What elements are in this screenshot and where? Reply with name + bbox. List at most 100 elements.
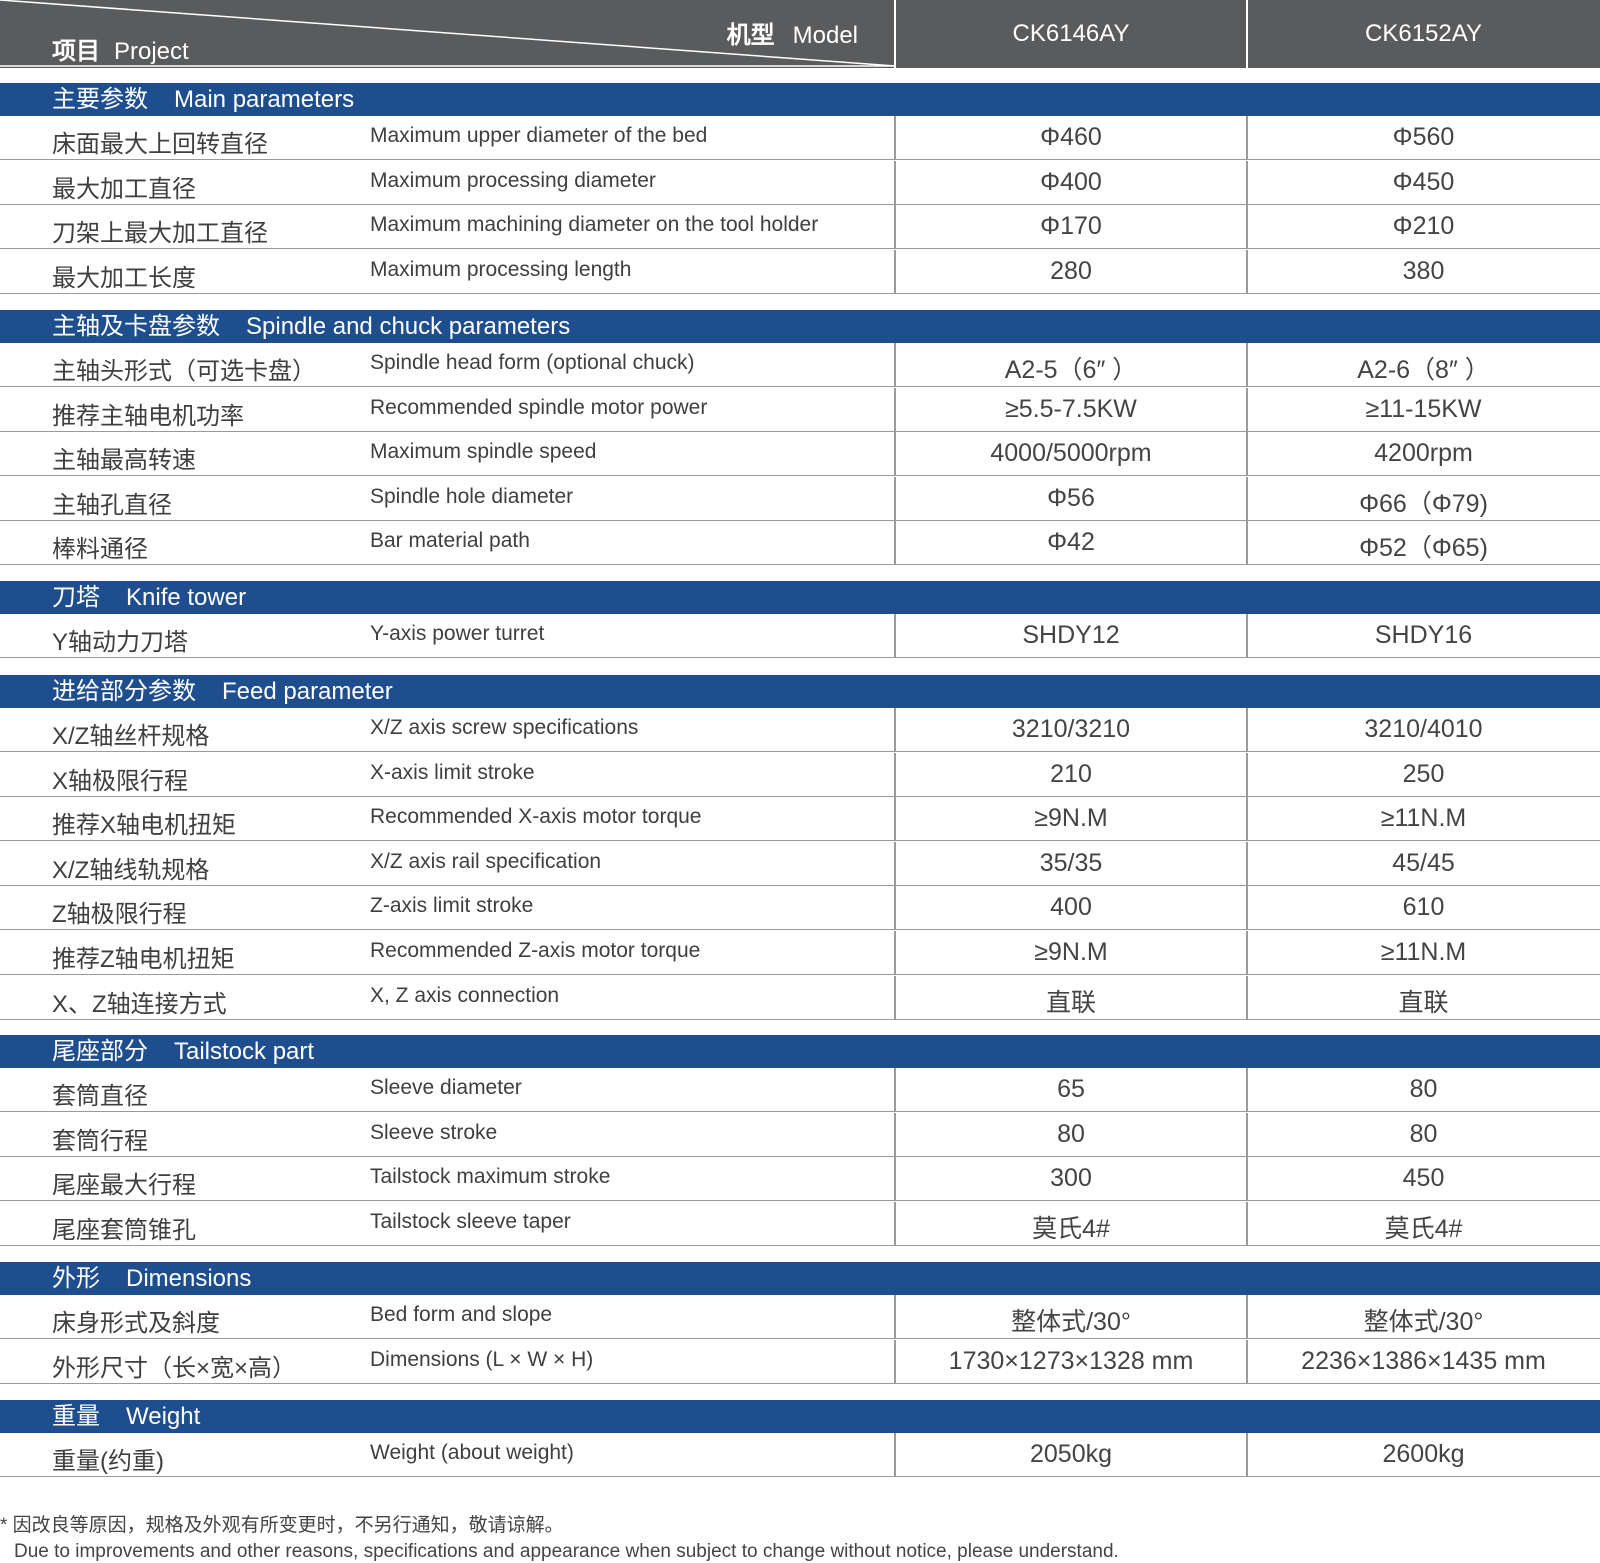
column-divider xyxy=(894,931,896,975)
column-divider xyxy=(894,1157,896,1202)
param-name-cn: 最大加工长度 xyxy=(52,264,196,292)
section-title: 尾座部分 Tailstock part xyxy=(52,1038,315,1065)
column-divider xyxy=(894,387,896,432)
table-row: 外形尺寸（长×宽×高） Dimensions (L × W × H) 1730×12… xyxy=(0,1339,1600,1384)
value-ck6152ay: 4200rpm xyxy=(1374,439,1473,468)
param-name-cn: 外形尺寸（长×宽×高） xyxy=(52,1354,297,1382)
footnote-cn: * 因改良等原因，规格及外观有所变更时，不另行通知，敬请谅解。 xyxy=(0,1515,564,1536)
param-name-cn: 最大加工直径 xyxy=(52,175,196,203)
value-ck6152ay: SHDY16 xyxy=(1374,621,1473,649)
value-ck6152ay: Φ560 xyxy=(1392,123,1455,151)
value-ck6152ay: ≥11N.M xyxy=(1380,938,1467,966)
section-title: 外形 Dimensions xyxy=(52,1265,252,1292)
param-name-cn: 推荐X轴电机扭矩 xyxy=(52,812,237,840)
column-divider xyxy=(894,1295,896,1339)
value-ck6152ay: 80 xyxy=(1409,1119,1438,1148)
table-row: 尾座套筒锥孔 Tailstock sleeve taper 莫氏4# 莫氏4# xyxy=(0,1201,1600,1246)
column-divider xyxy=(1246,249,1248,294)
param-name-en: Sleeve stroke xyxy=(370,1120,498,1144)
value-ck6146ay: 1730×1273×1328 mm xyxy=(948,1346,1194,1375)
column-divider xyxy=(894,1339,896,1384)
value-ck6152ay: 2236×1386×1435 mm xyxy=(1301,1346,1546,1375)
param-name-cn: 主轴头形式（可选卡盘） xyxy=(52,358,316,385)
column-divider xyxy=(894,1112,896,1157)
table-row: 最大加工长度 Maximum processing length 280 380 xyxy=(0,249,1600,294)
column-divider xyxy=(1246,1068,1248,1112)
column-divider xyxy=(894,476,896,521)
value-ck6152ay: 380 xyxy=(1402,256,1445,285)
column-divider xyxy=(894,205,896,250)
column-divider xyxy=(1246,886,1248,931)
table-row: 主轴最高转速 Maximum spindle speed 4000/5000rpm 4… xyxy=(0,432,1600,477)
param-name-cn: 推荐Z轴电机扭矩 xyxy=(52,946,235,973)
param-name-cn: 床面最大上回转直径 xyxy=(52,131,268,158)
param-name-en: Tailstock maximum stroke xyxy=(370,1165,611,1189)
section-header: 外形 Dimensions xyxy=(0,1262,1600,1295)
column-divider xyxy=(894,160,896,205)
column-divider xyxy=(894,521,896,566)
column-divider xyxy=(894,975,896,1020)
column-divider xyxy=(1246,1433,1248,1477)
section-header: 主轴及卡盘参数 Spindle and chuck parameters xyxy=(0,310,1600,343)
column-divider xyxy=(894,841,896,886)
param-name-en: Dimensions (L × W × H) xyxy=(370,1347,594,1371)
value-ck6152ay: Φ210 xyxy=(1392,212,1455,241)
table-row: 床面最大上回转直径 Maximum upper diameter of the b… xyxy=(0,116,1600,160)
model-column-header: CK6152AY xyxy=(1365,20,1482,47)
value-ck6152ay: 250 xyxy=(1402,759,1445,788)
column-divider xyxy=(1246,160,1248,205)
model-column-header: CK6146AY xyxy=(1012,20,1130,47)
table-row: 推荐Z轴电机扭矩 Recommended Z-axis motor torque ≥… xyxy=(0,931,1600,975)
param-name-cn: X轴极限行程 xyxy=(52,767,189,795)
value-ck6146ay: 35/35 xyxy=(1039,848,1103,877)
value-ck6146ay: Φ42 xyxy=(1047,528,1095,557)
value-ck6146ay: 整体式/30° xyxy=(1011,1308,1131,1336)
column-divider xyxy=(1246,476,1248,521)
section-title: 重量 Weight xyxy=(52,1403,201,1430)
column-divider xyxy=(894,116,896,160)
param-name-en: Spindle hole diameter xyxy=(370,484,574,508)
table-row: X、Z轴连接方式 X, Z axis connection 直联 直联 xyxy=(0,975,1600,1020)
column-divider xyxy=(1246,1112,1248,1157)
table-header: 项目 Project 机型 Model CK6146AY CK6152AY xyxy=(0,0,1600,68)
column-divider xyxy=(1246,343,1248,387)
param-name-en: Recommended Z-axis motor torque xyxy=(370,939,701,962)
column-divider xyxy=(1246,752,1248,797)
table-row: 主轴孔直径 Spindle hole diameter Φ56 Φ66（Φ79) xyxy=(0,476,1600,521)
value-ck6152ay: 莫氏4# xyxy=(1384,1214,1463,1243)
param-name-en: Maximum machining diameter on the tool h… xyxy=(370,213,819,237)
column-divider xyxy=(894,797,896,842)
param-name-en: Z-axis limit stroke xyxy=(370,894,534,918)
value-ck6152ay: A2-6（8″ ） xyxy=(1357,356,1490,384)
value-ck6146ay: 65 xyxy=(1057,1075,1085,1103)
section-header: 刀塔 Knife tower xyxy=(0,581,1600,614)
value-ck6152ay: 直联 xyxy=(1398,988,1449,1017)
column-divider xyxy=(894,1433,896,1477)
value-ck6146ay: 2050kg xyxy=(1029,1440,1113,1468)
table-row: 重量(约重) Weight (about weight) 2050kg 2600kg xyxy=(0,1433,1600,1477)
column-divider xyxy=(894,886,896,931)
value-ck6146ay: 280 xyxy=(1050,256,1092,285)
value-ck6146ay: Φ56 xyxy=(1047,483,1095,512)
param-name-en: Bed form and slope xyxy=(370,1303,553,1326)
column-divider xyxy=(894,614,896,658)
param-name-cn: X、Z轴连接方式 xyxy=(52,990,227,1018)
value-ck6152ay: ≥11-15KW xyxy=(1365,394,1482,423)
param-name-en: Maximum processing diameter xyxy=(370,168,656,192)
value-ck6152ay: Φ52（Φ65) xyxy=(1359,534,1488,563)
section-header: 主要参数 Main parameters xyxy=(0,83,1600,116)
param-name-en: X-axis limit stroke xyxy=(370,760,535,784)
table-row: 推荐主轴电机功率 Recommended spindle motor power ≥… xyxy=(0,387,1600,432)
column-divider xyxy=(894,249,896,294)
column-divider xyxy=(1246,387,1248,432)
table-row: 棒料通径 Bar material path Φ42 Φ52（Φ65) xyxy=(0,521,1600,566)
section-title: 主要参数 Main parameters xyxy=(52,86,355,113)
value-ck6146ay: Φ170 xyxy=(1040,212,1102,241)
column-divider xyxy=(1246,797,1248,842)
value-ck6146ay: ≥9N.M xyxy=(1034,804,1108,833)
value-ck6146ay: 80 xyxy=(1057,1119,1085,1148)
column-divider xyxy=(1246,1201,1248,1246)
param-name-en: Maximum upper diameter of the bed xyxy=(370,124,708,147)
table-row: X轴极限行程 X-axis limit stroke 210 250 xyxy=(0,752,1600,797)
param-name-cn: Y轴动力刀塔 xyxy=(52,629,189,656)
